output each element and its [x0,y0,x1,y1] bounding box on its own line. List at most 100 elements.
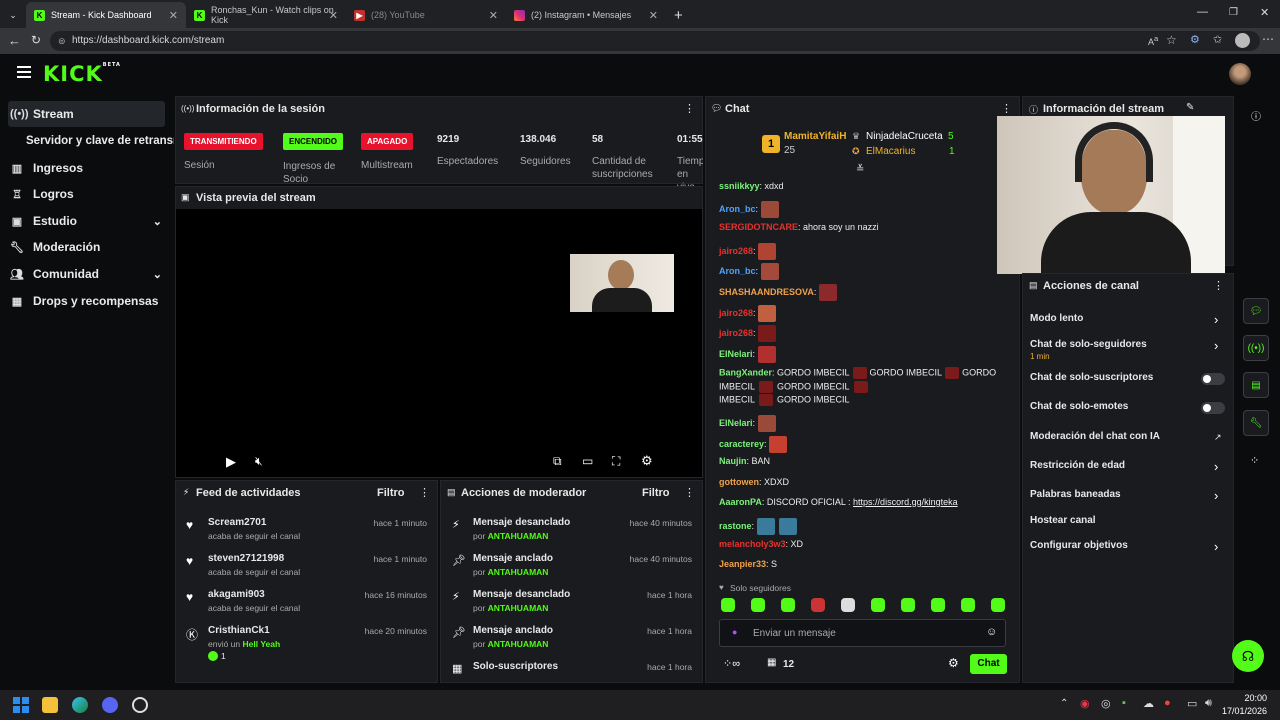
user-avatar[interactable] [1229,63,1251,85]
channel-action-row[interactable]: Palabras baneadas [1023,488,1233,510]
close-icon[interactable]: ✕ [649,9,658,22]
tab-instagram[interactable]: (2) Instagram • Mensajes ✕ [506,2,666,28]
support-button[interactable]: ☊ [1232,640,1264,672]
close-icon[interactable]: ✕ [489,9,498,22]
edge-browser-icon[interactable] [72,697,88,713]
chat-username[interactable]: Jeanpier33 [719,559,766,569]
chat-username[interactable]: ElNelari [719,349,753,359]
channel-action-row[interactable]: Chat de solo-suscriptores [1023,371,1233,393]
extensions-icon[interactable]: ⚙ [1190,33,1200,46]
emote-icon[interactable] [751,598,765,612]
chat-settings-icon[interactable]: ⚙ [948,656,959,670]
chat-username[interactable]: Aron_bc [719,266,756,276]
edit-pencil-icon[interactable]: ✎ [1186,102,1194,113]
activity-row[interactable]: ♥ akagami903 hace 16 minutos acaba de segui… [176,587,437,621]
discord-icon[interactable] [102,697,118,713]
chat-input[interactable]: ● Enviar un mensaje ☺ [719,619,1006,647]
favorites-icon[interactable]: ✩ [1213,33,1222,46]
sidebar-item-estudio[interactable]: ▣ Estudio ⌄ [10,208,162,234]
emote-icon[interactable] [841,598,855,612]
hamburger-menu-icon[interactable] [17,66,31,78]
sidebar-item-moderacion[interactable]: 🔧︎ Moderación [10,234,100,260]
chat-message[interactable]: ssniikkyy: xdxd [719,181,784,191]
tab-list-button[interactable]: ⌄ [0,2,26,28]
mod-action-row[interactable]: 📌︎ Mensaje anclado hace 1 hora por ANTAHUAM… [441,623,702,657]
mod-action-row[interactable]: ⚡︎ Mensaje desanclado hace 40 minutos por A… [441,515,702,549]
chat-username[interactable]: ssniikkyy [719,181,760,191]
chat-username[interactable]: gottowen [719,477,759,487]
channel-action-row[interactable]: Chat de solo-emotes [1023,400,1233,422]
activity-row[interactable]: Ⓚ CristhianCk1 hace 20 minutos envió un Hel… [176,623,437,661]
chat-username[interactable]: melancholy3w3 [719,539,786,549]
info-icon[interactable]: ⓘ [1251,108,1261,123]
profile-avatar[interactable] [1235,33,1250,48]
more-options-icon[interactable]: ⋮ [684,102,695,115]
chat-username[interactable]: rastone [719,521,752,531]
more-options-icon[interactable]: ⋮ [419,486,430,499]
send-chat-button[interactable]: Chat [970,654,1007,674]
site-info-icon[interactable]: ⊜ [58,31,66,51]
chat-message[interactable]: jairo268: [719,305,780,322]
close-window-icon[interactable]: ✕ [1260,6,1269,19]
sidebar-item-server-key[interactable]: Servidor y clave de retransmisión [26,128,174,154]
chat-message[interactable]: BangXander: GORDO IMBECIL GORDO IMBECIL GO… [719,367,996,379]
tab-youtube[interactable]: ▶ (28) YouTube ✕ [346,2,506,28]
file-explorer-icon[interactable] [42,697,58,713]
more-options-icon[interactable]: ⋮ [1001,102,1012,115]
fullscreen-icon[interactable]: ⛶ [612,454,620,469]
emote-icon[interactable] [961,598,975,612]
url-field[interactable]: ⊜ https://dashboard.kick.com/stream [50,31,1260,51]
chat-username[interactable]: SERGIDOTNCARE [719,222,798,232]
emoji-icon[interactable]: ☺ [986,626,997,638]
chat-username[interactable]: BangXander [719,367,772,377]
chat-username[interactable]: Aron_bc [719,204,756,214]
emote-icon[interactable] [901,598,915,612]
sidebar-item-drops[interactable]: ▦ Drops y recompensas [10,288,159,314]
emote-icon[interactable] [811,598,825,612]
tray-chevron-up-icon[interactable]: ⌃ [1060,698,1068,709]
clock-time[interactable]: 20:00 [1227,693,1267,703]
chat-username[interactable]: jairo268 [719,246,753,256]
chat-username[interactable]: AaaronPA [719,497,762,507]
emote-icon[interactable] [871,598,885,612]
chat-message[interactable]: gottowen: XDXD [719,477,789,487]
channel-action-row[interactable]: Moderación del chat con IA [1023,430,1233,452]
chat-username[interactable]: caracterey [719,439,764,449]
mic-icon[interactable]: ● [732,627,737,637]
activity-row[interactable]: ♥ Scream2701 hace 1 minuto acaba de seguir … [176,515,437,549]
maximize-icon[interactable]: ❐ [1229,7,1238,18]
mod-action-row[interactable]: ⚡︎ Mensaje desanclado hace 1 hora por ANTAH… [441,587,702,621]
favorite-star-icon[interactable]: ☆ [1166,33,1177,47]
clock-date[interactable]: 17/01/2026 [1217,706,1267,716]
mod-filter-button[interactable]: Filtro [642,487,670,499]
channel-action-row[interactable]: Restricción de edad [1023,459,1233,481]
emote-icon[interactable] [931,598,945,612]
chat-message[interactable]: melancholy3w3: XD [719,539,803,549]
dock-button-broadcast[interactable]: ((•)) [1243,335,1269,361]
dock-button-wrench[interactable]: 🔧︎ [1243,410,1269,436]
play-icon[interactable]: ▶ [226,454,236,470]
more-options-icon[interactable]: ⋮ [684,486,695,499]
followers-infinity-icon[interactable]: ⁘∞ [723,657,740,670]
dock-button-chat[interactable]: 💬︎ [1243,298,1269,324]
chat-username[interactable]: SHASHAANDRESOVA [719,287,814,297]
chat-username[interactable]: ElNelari [719,418,753,428]
kick-logo[interactable]: KICKBETA [43,62,121,86]
chat-message[interactable]: jairo268: [719,325,780,342]
mod-action-row[interactable]: ▦ Solo-suscriptores hace 1 hora [441,659,702,693]
chat-message[interactable]: Aron_bc: [719,263,783,280]
volume-icon[interactable]: 🔊︎ [1205,697,1212,710]
chat-username[interactable]: jairo268 [719,308,753,318]
channel-action-row[interactable]: Modo lento [1023,312,1233,334]
read-aloud-icon[interactable]: Aa [1148,34,1158,47]
channel-action-row[interactable]: Chat de solo-seguidores 1 min [1023,338,1233,361]
chat-username[interactable]: Naujin [719,456,747,466]
more-options-icon[interactable]: ⋮ [1213,279,1224,292]
chat-message[interactable]: Naujin: BAN [719,456,770,466]
tab-ronchas-clips[interactable]: K Ronchas_Kun - Watch clips on Kick ✕ [186,2,346,28]
channel-action-row[interactable]: Hostear canal [1023,514,1233,536]
chat-message[interactable]: SHASHAANDRESOVA: [719,284,841,301]
chat-message[interactable]: ElNelari: [719,346,780,363]
settings-gear-icon[interactable]: ⚙ [641,453,653,469]
chat-username[interactable]: jairo268 [719,328,753,338]
